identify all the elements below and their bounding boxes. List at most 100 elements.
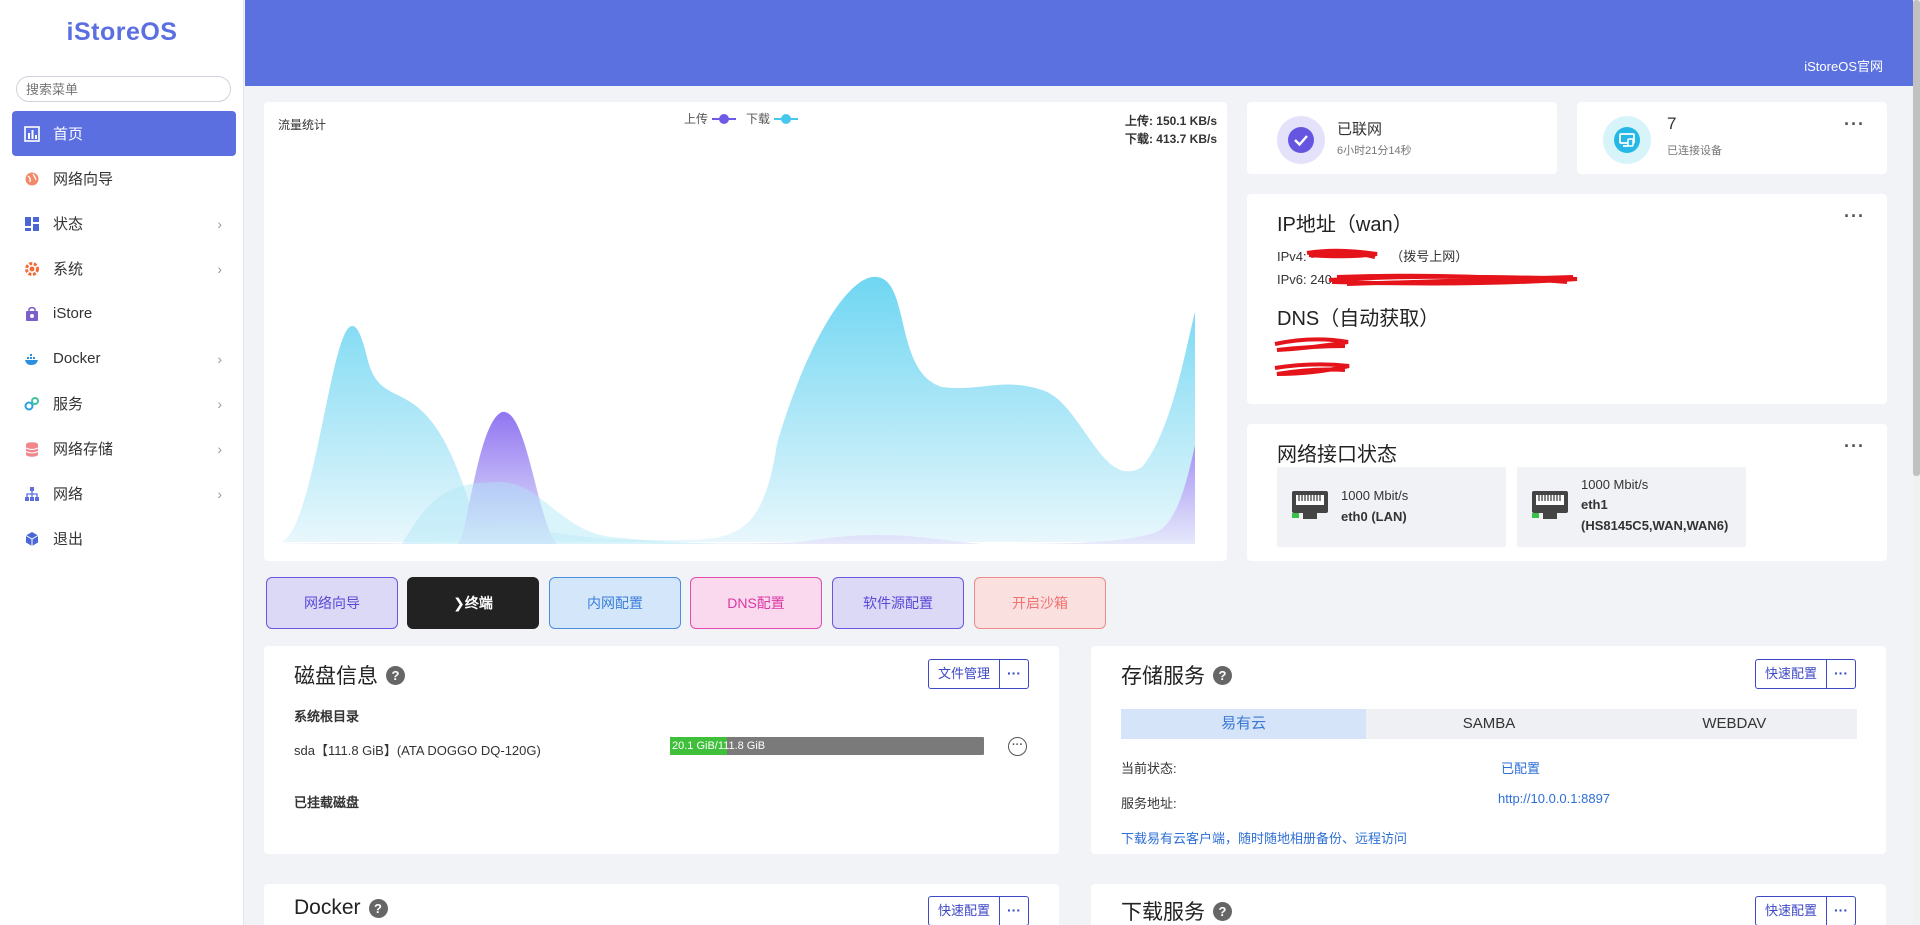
- dashboard-icon: [24, 125, 40, 142]
- docker-button-group: 快速配置 ···: [927, 896, 1029, 925]
- dns-title: DNS（自动获取）: [1277, 308, 1440, 330]
- download-client-link[interactable]: 下载易有云客户端，随时随地相册备份、远程访问: [1121, 828, 1407, 847]
- devices-more-button[interactable]: ···: [1844, 114, 1865, 135]
- ethernet-port-icon: [1532, 491, 1568, 519]
- download-legend-marker: [774, 113, 799, 124]
- disk-options-button[interactable]: ···: [1008, 737, 1027, 756]
- legend-upload[interactable]: 上传: [684, 110, 737, 127]
- lan-config-button[interactable]: 内网配置: [549, 577, 681, 629]
- sidebar-item-label: 网络向导: [53, 171, 114, 188]
- sidebar-item-label: 网络: [53, 486, 84, 503]
- devices-icon: [1603, 116, 1651, 164]
- interface-eth0[interactable]: 1000 Mbit/s eth0 (LAN): [1277, 467, 1506, 547]
- disk-title: 磁盘信息?: [294, 660, 405, 690]
- sidebar-item-status[interactable]: 状态 ›: [12, 201, 236, 246]
- sidebar-item-label: 首页: [53, 126, 84, 143]
- dns-config-button[interactable]: DNS配置: [690, 577, 822, 629]
- istoreos-official-link[interactable]: iStoreOS官网: [1804, 56, 1883, 75]
- download-quick-config-button[interactable]: 快速配置: [1756, 897, 1827, 925]
- docker-card: Docker? 快速配置 ···: [264, 884, 1059, 925]
- sidebar-item-label: 状态: [53, 216, 84, 233]
- network-status-card: 已联网 6小时21分14秒: [1247, 102, 1557, 174]
- search-menu-input[interactable]: [16, 76, 231, 102]
- sidebar-item-services[interactable]: 服务 ›: [12, 381, 236, 426]
- help-icon[interactable]: ?: [386, 665, 405, 685]
- sda-label: sda【111.8 GiB】(ATA DOGGO DQ-120G): [294, 743, 541, 758]
- chevron-right-icon: ›: [217, 351, 222, 367]
- storage-services-card: 存储服务? 快速配置 ··· 易有云 SAMBA WEBDAV 当前状态: 已配…: [1091, 646, 1886, 854]
- help-icon[interactable]: ?: [1213, 901, 1232, 921]
- interface-eth1[interactable]: 1000 Mbit/s eth1 (HS8145C5,WAN,WAN6): [1517, 467, 1746, 547]
- traffic-rates: 上传: 150.1 KB/s 下载: 413.7 KB/s: [1125, 112, 1217, 148]
- ip-more-button[interactable]: ···: [1844, 206, 1865, 227]
- devices-card: 7 已连接设备 ···: [1577, 102, 1887, 174]
- service-address-link[interactable]: http://10.0.0.1:8897: [1498, 791, 1610, 806]
- storage-more-button[interactable]: ···: [1827, 660, 1855, 688]
- help-icon[interactable]: ?: [1213, 665, 1232, 685]
- download-services-card: 下载服务? 快速配置 ···: [1091, 884, 1886, 925]
- network-tree-icon: [24, 486, 40, 502]
- gears-icon: [24, 396, 40, 412]
- sidebar: iStoreOS 首页 网络向导 状态 › 系统 › iStore Docker…: [0, 0, 244, 925]
- storage-tabs: 易有云 SAMBA WEBDAV: [1121, 709, 1857, 739]
- download-title: 下载服务?: [1121, 896, 1232, 925]
- interfaces-more-button[interactable]: ···: [1844, 436, 1865, 457]
- disk-button-group: 文件管理 ···: [927, 659, 1029, 689]
- traffic-area-chart: [282, 276, 1195, 544]
- store-bag-icon: [24, 306, 40, 322]
- scrollbar-thumb[interactable]: [1913, 0, 1920, 476]
- docker-quick-config-button[interactable]: 快速配置: [929, 897, 1000, 925]
- tab-webdav[interactable]: WEBDAV: [1611, 709, 1857, 739]
- sidebar-item-network-wizard[interactable]: 网络向导: [12, 156, 236, 201]
- tab-yiyouyun[interactable]: 易有云: [1121, 709, 1367, 739]
- sidebar-item-network-storage[interactable]: 网络存储 ›: [12, 426, 236, 471]
- terminal-button[interactable]: ❯终端: [407, 577, 539, 629]
- grid-icon: [24, 216, 40, 232]
- sidebar-item-istore[interactable]: iStore: [12, 291, 236, 336]
- sidebar-menu: 首页 网络向导 状态 › 系统 › iStore Docker › 服务 › 网…: [12, 111, 236, 561]
- docker-more-button[interactable]: ···: [1000, 897, 1028, 925]
- chevron-right-icon: ›: [217, 441, 222, 457]
- chevron-right-icon: ›: [217, 261, 222, 277]
- sidebar-item-network[interactable]: 网络 ›: [12, 471, 236, 516]
- disk-more-button[interactable]: ···: [1000, 660, 1028, 688]
- download-area: [282, 276, 1195, 542]
- sidebar-item-logout[interactable]: 退出: [12, 516, 236, 561]
- file-manager-button[interactable]: 文件管理: [929, 660, 1000, 688]
- tab-samba[interactable]: SAMBA: [1366, 709, 1612, 739]
- sidebar-item-label: Docker: [53, 350, 101, 367]
- address-label: 服务地址:: [1121, 796, 1177, 811]
- sidebar-item-docker[interactable]: Docker ›: [12, 336, 236, 381]
- database-icon: [24, 441, 40, 457]
- docker-title: Docker?: [294, 896, 388, 920]
- gear-icon: [24, 261, 40, 277]
- sidebar-item-label: 系统: [53, 261, 84, 278]
- disk-usage-text: 20.1 GiB/111.8 GiB: [672, 740, 766, 752]
- interface-name: eth0 (LAN): [1341, 509, 1407, 524]
- dns-redaction-scribble: [1274, 337, 1350, 376]
- help-icon[interactable]: ?: [368, 898, 388, 918]
- network-status-text: 已联网: [1337, 121, 1383, 138]
- download-more-button[interactable]: ···: [1827, 897, 1855, 925]
- ip-card: IP地址（wan） ··· IPv4: （拨号上网） IPv6: 240 DNS…: [1247, 194, 1887, 404]
- storage-quick-config-button[interactable]: 快速配置: [1756, 660, 1827, 688]
- interface-detail: (HS8145C5,WAN,WAN6): [1581, 518, 1729, 533]
- download-button-group: 快速配置 ···: [1754, 896, 1856, 925]
- sidebar-item-home[interactable]: 首页: [12, 111, 236, 156]
- network-wizard-button[interactable]: 网络向导: [266, 577, 398, 629]
- sidebar-item-label: 服务: [53, 396, 84, 413]
- traffic-card: 流量统计 上传 下载 上传: 150.1 KB/s 下载: 413.7 KB/s: [264, 102, 1227, 561]
- ip-title: IP地址（wan）: [1277, 214, 1413, 236]
- traffic-legend: 上传 下载: [684, 110, 799, 127]
- check-circle-icon: [1277, 116, 1325, 164]
- software-source-button[interactable]: 软件源配置: [832, 577, 964, 629]
- chevron-right-icon: ›: [217, 486, 222, 502]
- ethernet-port-icon: [1292, 491, 1328, 519]
- sandbox-button[interactable]: 开启沙箱: [974, 577, 1106, 629]
- chevron-right-icon: ›: [217, 396, 222, 412]
- legend-download[interactable]: 下载: [746, 110, 799, 127]
- disk-info-card: 磁盘信息? 文件管理 ··· 系统根目录 sda【111.8 GiB】(ATA …: [264, 646, 1059, 854]
- chevron-right-icon: ›: [217, 216, 222, 232]
- sidebar-item-system[interactable]: 系统 ›: [12, 246, 236, 291]
- docker-whale-icon: [24, 351, 40, 367]
